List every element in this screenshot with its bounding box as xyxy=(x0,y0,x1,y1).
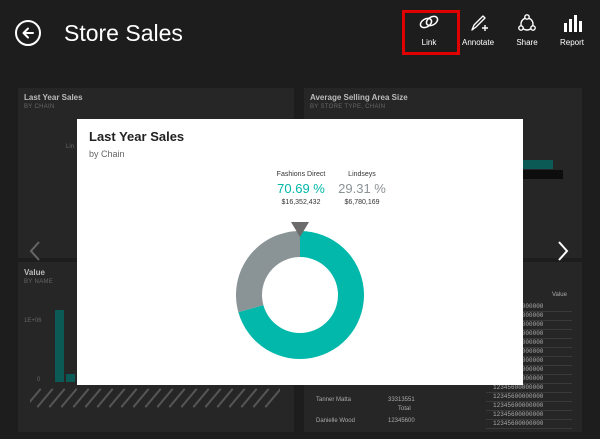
tile-avg-selling-area-subtitle: BY STORE TYPE, CHAIN xyxy=(310,104,386,110)
legend-name: Fashions Direct xyxy=(276,171,326,178)
tile-value-axis-labels xyxy=(30,388,280,408)
legend-lindseys[interactable]: Lindseys 29.31 % $6,780,169 xyxy=(334,171,390,206)
legend-name: Lindseys xyxy=(348,171,376,178)
tile-last-year-sales-fragment: Lin xyxy=(66,144,75,150)
tile-last-year-sales-title: Last Year Sales xyxy=(24,93,83,102)
table-row-num: 33313551 xyxy=(388,397,415,403)
table-cell: 12345600000000 xyxy=(493,393,544,400)
share-icon xyxy=(518,14,536,31)
tile-value-axis-top: 1E+06 xyxy=(24,318,42,324)
annotate-button[interactable]: Annotate xyxy=(452,12,504,56)
tile-value-title: Value xyxy=(24,268,45,277)
page-title: Store Sales xyxy=(64,20,183,46)
tile-last-year-sales-subtitle: BY CHAIN xyxy=(24,104,55,110)
share-label: Share xyxy=(516,38,538,47)
chevron-right-icon[interactable] xyxy=(556,240,570,262)
table-row-name: Tanner Matta xyxy=(316,397,352,403)
focus-tile-subtitle: by Chain xyxy=(89,149,125,159)
table-header-value: Value xyxy=(552,292,567,298)
app-header: Store Sales Link Annotate Share Report xyxy=(0,0,600,68)
report-button[interactable]: Report xyxy=(546,12,598,56)
legend-value: $6,780,169 xyxy=(344,199,380,206)
focus-tile-title: Last Year Sales xyxy=(89,129,185,144)
table-cell: 12345600000000 xyxy=(493,420,544,427)
tile-avg-selling-area-title: Average Selling Area Size xyxy=(310,93,408,102)
annotate-label: Annotate xyxy=(461,38,495,47)
bg-bar xyxy=(55,310,64,382)
table-row-name: Danielle Wood xyxy=(316,418,355,424)
chevron-left-icon[interactable] xyxy=(28,240,42,262)
table-row-total: Total xyxy=(398,406,411,412)
bg-bar xyxy=(523,160,553,169)
donut-chart xyxy=(236,222,364,359)
pen-icon xyxy=(471,15,488,31)
table-row-num: 12345600 xyxy=(388,418,415,424)
arrow-left-icon xyxy=(22,27,34,39)
tile-value-subtitle: BY NAME xyxy=(24,279,53,285)
back-button[interactable] xyxy=(15,20,41,46)
legend-percent: 70.69 % xyxy=(277,181,325,196)
focus-tile-card: Last Year Sales by Chain Fashions Direct… xyxy=(77,119,523,385)
table-cell: 12345600000000 xyxy=(493,402,544,409)
report-label: Report xyxy=(559,38,584,47)
bg-bar xyxy=(66,374,75,382)
legend-fashions-direct[interactable]: Fashions Direct 70.69 % $16,352,432 xyxy=(273,171,329,206)
table-cell: 12345600000000 xyxy=(493,384,544,391)
legend-value: $16,352,432 xyxy=(281,199,321,206)
table-row-divider xyxy=(486,428,572,429)
tile-value-axis-zero: 0 xyxy=(37,377,41,383)
donut-slice-lindseys[interactable] xyxy=(236,231,300,313)
legend-percent: 29.31 % xyxy=(338,181,386,196)
table-cell: 12345600000000 xyxy=(493,411,544,418)
bg-bar xyxy=(523,170,563,179)
report-icon xyxy=(564,15,582,32)
